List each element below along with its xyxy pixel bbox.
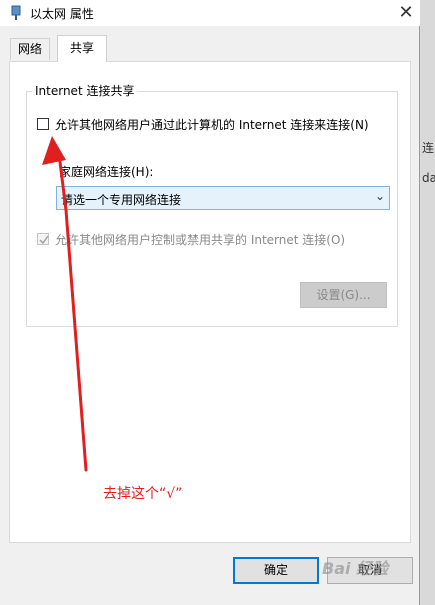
close-icon: ✕: [398, 2, 414, 23]
chevron-down-icon: ⌄: [374, 189, 385, 203]
tab-network[interactable]: 网络: [10, 38, 50, 60]
allow-others-checkbox[interactable]: [37, 118, 49, 130]
properties-window: 以太网 属性 ✕ 网络 共享 Internet 连接共享 允许其他网络用户通过此…: [0, 0, 420, 605]
allow-control-label: 允许其他网络用户控制或禁用共享的 Internet 连接(O): [55, 233, 346, 247]
background-window-text: 连: [422, 141, 435, 155]
home-network-label: 家庭网络连接(H):: [59, 165, 154, 179]
allow-others-label[interactable]: 允许其他网络用户通过此计算机的 Internet 连接来连接(N): [55, 116, 369, 133]
network-adapter-icon: [11, 5, 21, 20]
annotation-text: 去掉这个“√”: [103, 486, 183, 502]
allow-control-checkbox[interactable]: [37, 233, 49, 245]
title-bar: 以太网 属性 ✕: [0, 0, 420, 26]
settings-button[interactable]: 设置(G)...: [300, 282, 387, 308]
watermark: Bai 经验: [322, 559, 389, 578]
home-network-value: 请选一个专用网络连接: [61, 193, 182, 207]
close-button[interactable]: ✕: [396, 3, 416, 23]
tab-sharing[interactable]: 共享: [57, 35, 107, 62]
checkmark-icon: [39, 235, 49, 245]
ok-button[interactable]: 确定: [233, 557, 319, 584]
group-title: Internet 连接共享: [32, 82, 138, 99]
window-title: 以太网 属性: [30, 7, 94, 21]
background-window-text: dap: [422, 171, 435, 185]
home-network-select[interactable]: 请选一个专用网络连接 ⌄: [56, 186, 390, 210]
